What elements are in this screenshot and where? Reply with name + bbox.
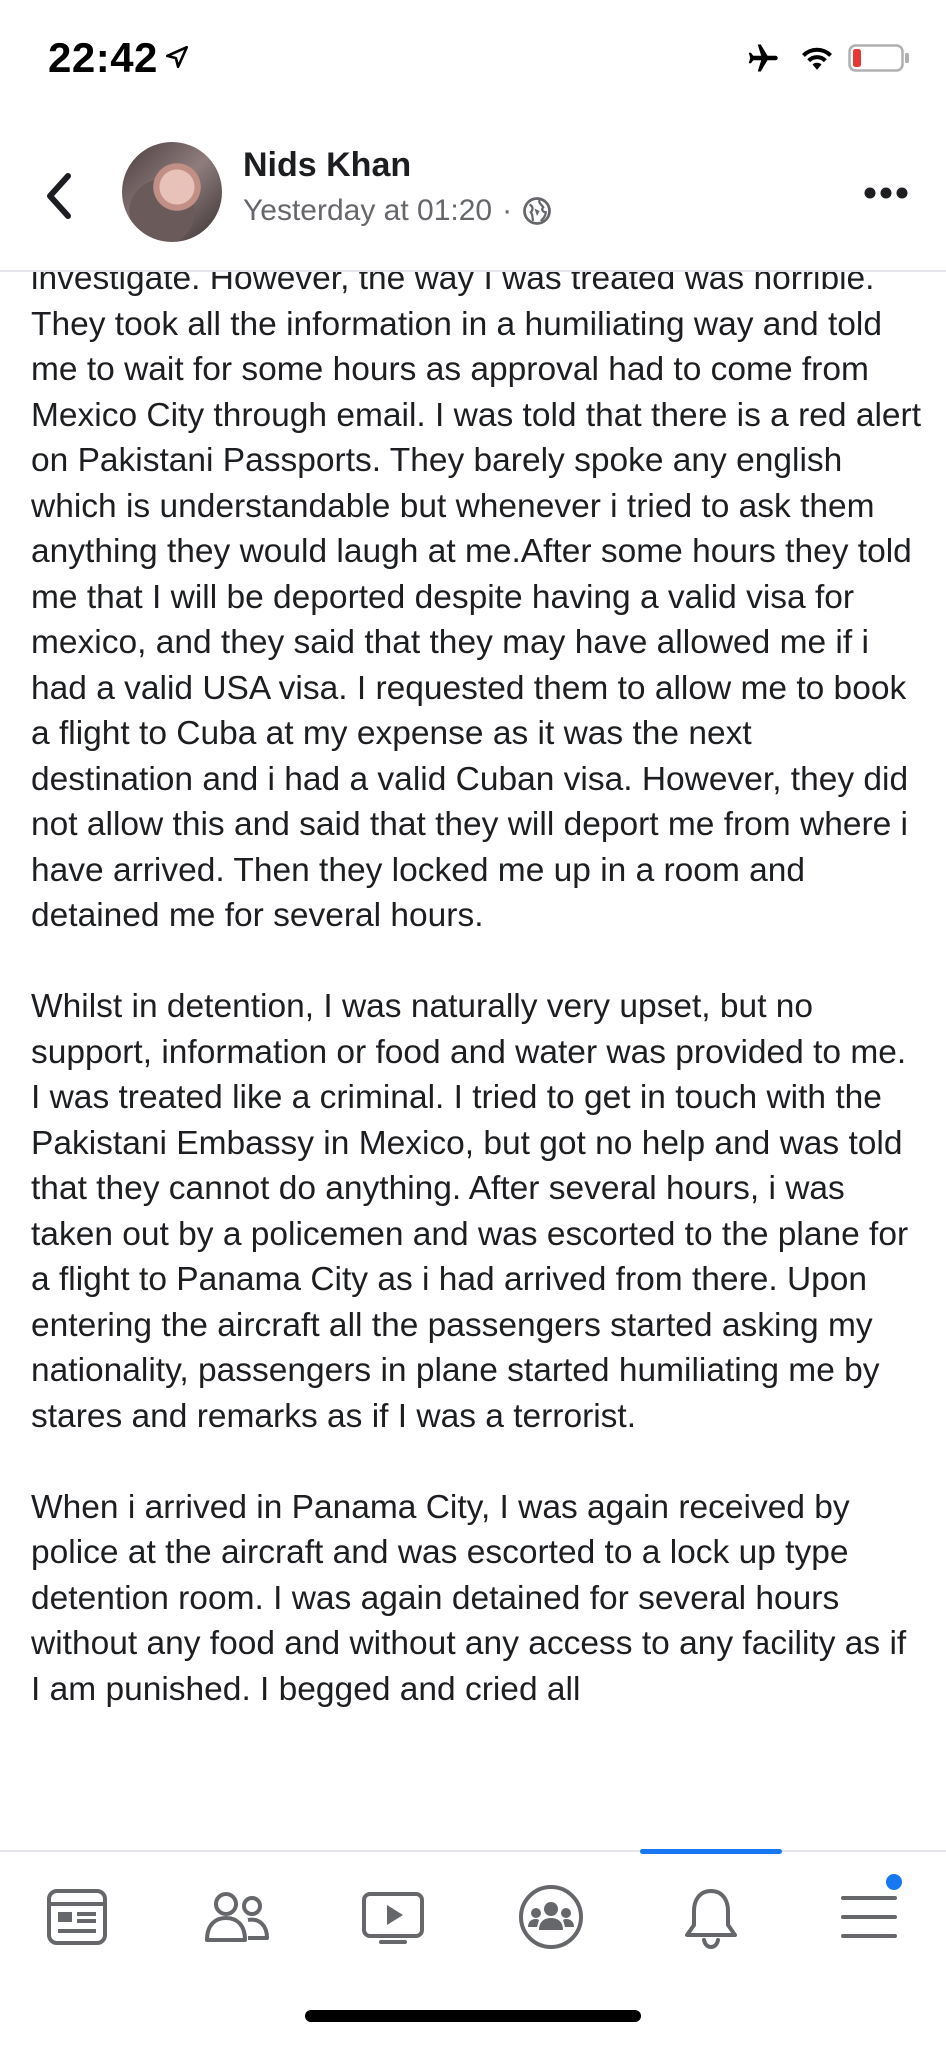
- battery-low-icon: [848, 44, 909, 72]
- post-header: Nids Khan Yesterday at 01:20 ·: [0, 120, 946, 272]
- meta-separator: ·: [502, 194, 513, 227]
- notifications-icon[interactable]: [676, 1882, 746, 1952]
- chevron-left-icon[interactable]: [40, 168, 80, 224]
- post-paragraph: investigate. However, the way I was trea…: [31, 272, 921, 934]
- post-paragraph: Whilst in detention, I was naturally ver…: [31, 988, 918, 1435]
- home-indicator[interactable]: [305, 2010, 641, 2022]
- globe-icon: [523, 197, 551, 225]
- author-name[interactable]: Nids Khan: [243, 146, 411, 185]
- watch-icon[interactable]: [358, 1882, 428, 1952]
- friends-icon[interactable]: [202, 1882, 272, 1952]
- status-bar: 22:42: [0, 0, 946, 120]
- groups-icon[interactable]: [516, 1882, 586, 1952]
- airplane-icon: [748, 44, 778, 72]
- menu-icon[interactable]: [834, 1882, 904, 1952]
- post-body: investigate. However, the way I was trea…: [31, 272, 921, 1850]
- post-meta: Yesterday at 01:20 ·: [243, 194, 552, 228]
- avatar[interactable]: [122, 142, 222, 242]
- news-feed-icon[interactable]: [42, 1882, 112, 1952]
- menu-notification-dot: [884, 1872, 904, 1892]
- wifi-icon: [802, 47, 832, 70]
- scroll-indicator: [640, 1849, 782, 1854]
- more-horizontal-icon[interactable]: [864, 186, 908, 200]
- location-arrow-icon: [165, 45, 189, 69]
- status-time: 22:42: [48, 34, 158, 81]
- post-timestamp[interactable]: Yesterday at 01:20: [243, 194, 492, 228]
- post-paragraph: When i arrived in Panama City, I was aga…: [31, 1488, 916, 1708]
